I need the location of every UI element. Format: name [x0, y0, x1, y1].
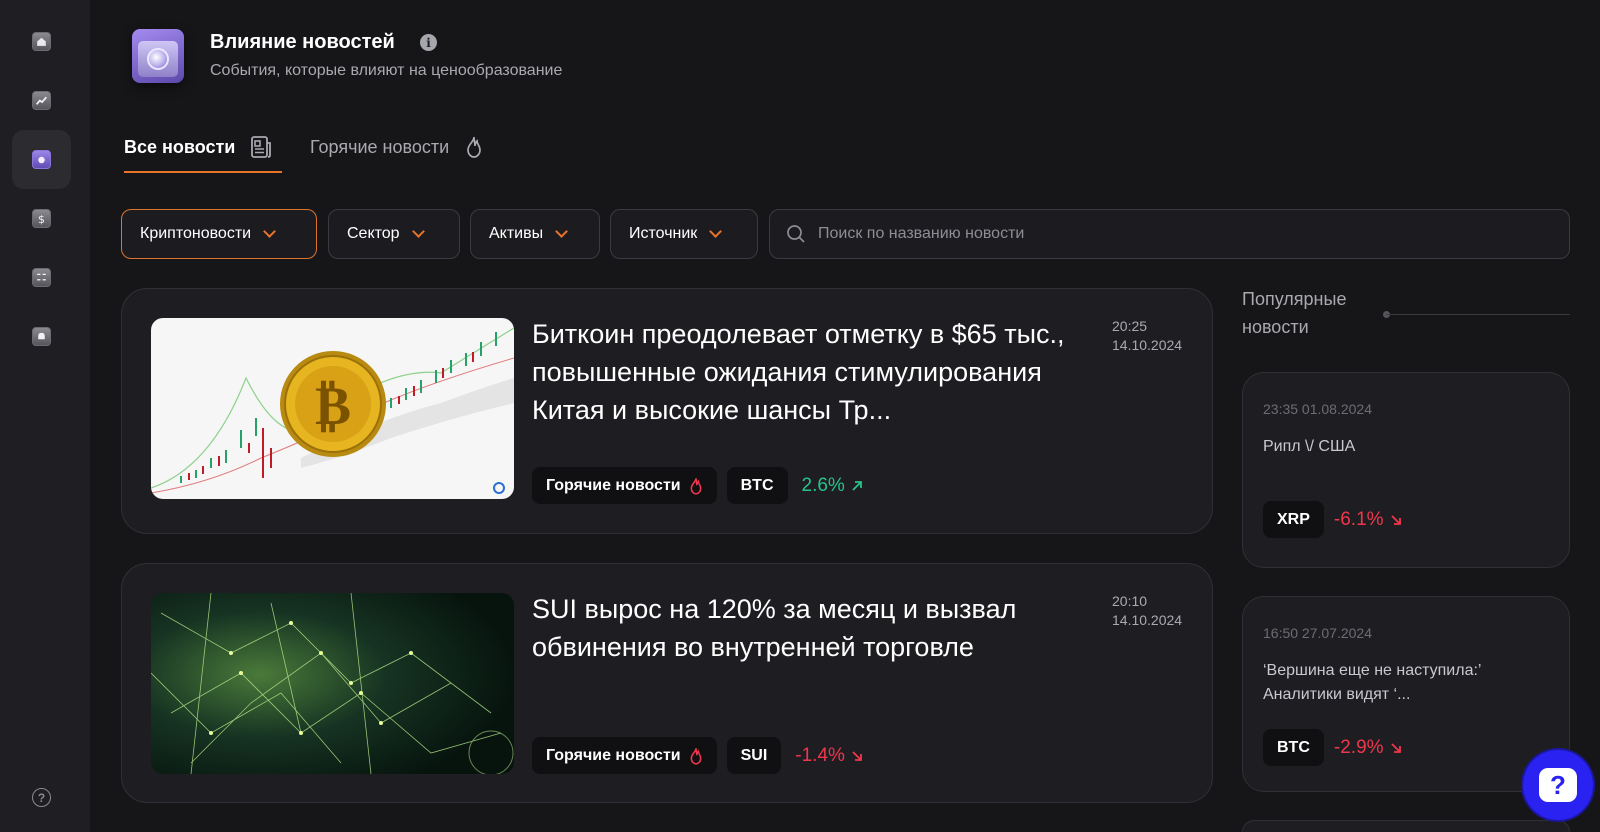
info-icon[interactable]: i [420, 34, 437, 51]
chart-icon [32, 91, 51, 110]
change-value: -6.1% [1333, 508, 1384, 530]
svg-text:$: $ [38, 213, 45, 225]
search-input[interactable] [818, 225, 1518, 243]
price-change: -1.4% [795, 745, 863, 767]
filter-label: Источник [629, 225, 698, 242]
arrow-down-right-icon [1390, 742, 1401, 753]
asset-tag[interactable]: XRP [1263, 501, 1324, 538]
sidebar-item-news[interactable] [12, 130, 71, 189]
popular-news-card[interactable]: 23:35 01.08.2024 Рипл \/ США XRP -6.1% [1242, 372, 1570, 568]
news-date: 14.10.2024 [1112, 337, 1183, 353]
filter-label: Активы [489, 225, 544, 242]
popular-news-card-partial [1242, 820, 1570, 832]
sidebar-item-chart[interactable] [12, 71, 71, 130]
news-card[interactable]: SUI вырос на 120% за месяц и вызвал обви… [121, 563, 1213, 803]
home-icon [32, 32, 51, 51]
tag-label: Горячие новости [546, 746, 681, 764]
arrow-down-right-icon [852, 750, 862, 761]
news-card[interactable]: ₿ Биткоин преодолевает отметку в $65 тыс… [121, 288, 1213, 534]
flame-icon [690, 747, 702, 765]
filter-assets[interactable]: Активы [470, 209, 600, 259]
newspaper-icon [251, 136, 272, 158]
popular-news-tags: XRP -6.1% [1263, 501, 1402, 538]
news-tags: Горячие новости SUI -1.4% [532, 737, 863, 774]
page-title: Влияние новостей [210, 31, 395, 53]
tab-label: Все новости [124, 136, 236, 157]
page-subtitle: События, которые влияют на ценообразован… [210, 62, 563, 79]
price-change: -6.1% [1334, 509, 1402, 531]
hot-news-tag[interactable]: Горячие новости [532, 737, 717, 774]
tag-label: Горячие новости [546, 476, 681, 494]
tab-label: Горячие новости [310, 136, 450, 157]
calculator-icon [32, 268, 51, 287]
news-impact-logo [132, 29, 184, 83]
question-icon: ? [1539, 768, 1577, 802]
chevron-down-icon [555, 225, 568, 238]
search-icon [787, 225, 805, 243]
sidebar-item-notifications[interactable] [12, 307, 71, 366]
flame-icon [690, 477, 702, 495]
hot-news-tag[interactable]: Горячие новости [532, 467, 717, 504]
popular-news-title: Популярные новости [1242, 289, 1347, 337]
chevron-down-icon [411, 225, 425, 238]
news-search[interactable] [769, 209, 1570, 259]
divider-line [1386, 314, 1570, 315]
filter-sector[interactable]: Сектор [328, 209, 460, 259]
news-tags: Горячие новости BTC 2.6% [532, 467, 863, 504]
sidebar-item-calculator[interactable] [12, 248, 71, 307]
change-value: 2.6% [801, 474, 845, 496]
chevron-down-icon [709, 225, 723, 238]
news-time: 20:10 [1112, 593, 1148, 609]
bell-icon [32, 327, 51, 346]
help-icon[interactable]: ? [32, 788, 51, 807]
asset-tag[interactable]: SUI [726, 737, 782, 774]
news-title[interactable]: SUI вырос на 120% за месяц и вызвал обви… [532, 590, 1112, 666]
sidebar-item-finance[interactable]: $ [12, 189, 71, 248]
help-chat-button[interactable]: ? [1523, 750, 1593, 820]
popular-news-text[interactable]: Рипл \/ США [1263, 435, 1543, 459]
popular-news-tags: BTC -2.9% [1263, 729, 1402, 766]
price-change: 2.6% [802, 475, 863, 497]
popular-news-datetime: 23:35 01.08.2024 [1263, 401, 1372, 417]
filter-label: Сектор [347, 225, 400, 242]
news-icon [32, 150, 51, 169]
arrow-up-right-icon [852, 480, 862, 491]
news-thumbnail: ₿ [151, 318, 514, 499]
sidebar: $ ? [0, 0, 90, 832]
sidebar-item-home[interactable] [12, 12, 71, 71]
popular-news-text[interactable]: ‘Вершина еще не наступила:’ Аналитики ви… [1263, 659, 1543, 707]
news-title[interactable]: Биткоин преодолевает отметку в $65 тыс.,… [532, 315, 1112, 429]
news-thumbnail [151, 593, 514, 774]
news-timestamp: 20:10 14.10.2024 [1112, 592, 1182, 630]
asset-tag[interactable]: BTC [726, 467, 788, 504]
popular-news-datetime: 16:50 27.07.2024 [1263, 625, 1372, 641]
news-timestamp: 20:25 14.10.2024 [1112, 317, 1182, 355]
tab-all-news[interactable]: Все новости [124, 136, 272, 158]
chevron-down-icon [263, 225, 276, 238]
dollar-icon: $ [32, 209, 51, 228]
active-tab-indicator [124, 171, 282, 173]
asset-tag[interactable]: BTC [1263, 729, 1324, 766]
flame-icon [467, 136, 482, 158]
filter-source[interactable]: Источник [610, 209, 758, 259]
price-change: -2.9% [1334, 737, 1402, 759]
tab-hot-news[interactable]: Горячие новости [310, 136, 483, 158]
filter-crypto-news[interactable]: Криптоновости [121, 209, 317, 259]
change-value: -1.4% [795, 744, 845, 766]
news-time: 20:25 [1112, 318, 1148, 334]
arrow-down-right-icon [1390, 514, 1401, 525]
filter-label: Криптоновости [140, 225, 252, 242]
popular-news-card[interactable]: 16:50 27.07.2024 ‘Вершина еще не наступи… [1242, 596, 1570, 792]
news-date: 14.10.2024 [1112, 612, 1183, 628]
svg-text:₿: ₿ [315, 374, 351, 437]
change-value: -2.9% [1333, 736, 1384, 758]
